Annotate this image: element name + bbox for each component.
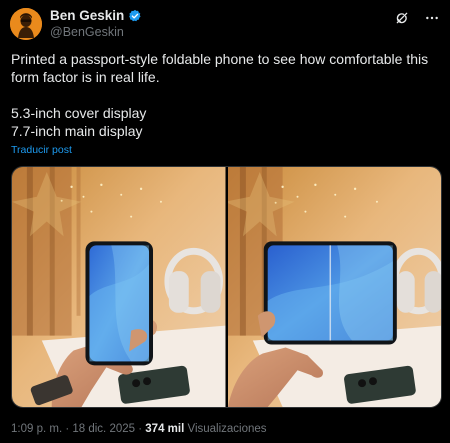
- avatar-silhouette-icon: [10, 8, 42, 40]
- author-name-row[interactable]: Ben Geskin: [50, 8, 142, 24]
- verified-badge-icon[interactable]: [128, 9, 142, 23]
- unfolded-phone-photo[interactable]: [227, 167, 441, 407]
- meta-separator: ·: [135, 423, 146, 435]
- tweet-line-1: Printed a passport-style foldable phone …: [11, 51, 429, 85]
- author-handle[interactable]: @BenGeskin: [50, 25, 124, 40]
- author-name[interactable]: Ben Geskin: [50, 8, 124, 24]
- translate-post-link[interactable]: Traducir post: [11, 144, 72, 156]
- more-icon[interactable]: [424, 10, 440, 26]
- tweet-meta: 1:09 p. m. · 18 dic. 2025 · 374 mil Visu…: [11, 423, 267, 435]
- top-actions: [394, 10, 440, 26]
- tweet-time[interactable]: 1:09 p. m.: [11, 423, 62, 435]
- tweet-date[interactable]: 18 dic. 2025: [72, 423, 135, 435]
- views-count: 374 mil: [145, 423, 185, 435]
- grok-icon[interactable]: [394, 10, 410, 26]
- views-label: Visualizaciones: [187, 423, 267, 435]
- tweet-line-3: 7.7-inch main display: [11, 123, 143, 139]
- media-grid: [11, 166, 442, 408]
- tweet-text: Printed a passport-style foldable phone …: [11, 50, 439, 140]
- folded-phone-photo[interactable]: [12, 167, 226, 407]
- meta-separator: ·: [62, 423, 73, 435]
- avatar[interactable]: [10, 8, 42, 40]
- tweet-line-2: 5.3-inch cover display: [11, 105, 147, 121]
